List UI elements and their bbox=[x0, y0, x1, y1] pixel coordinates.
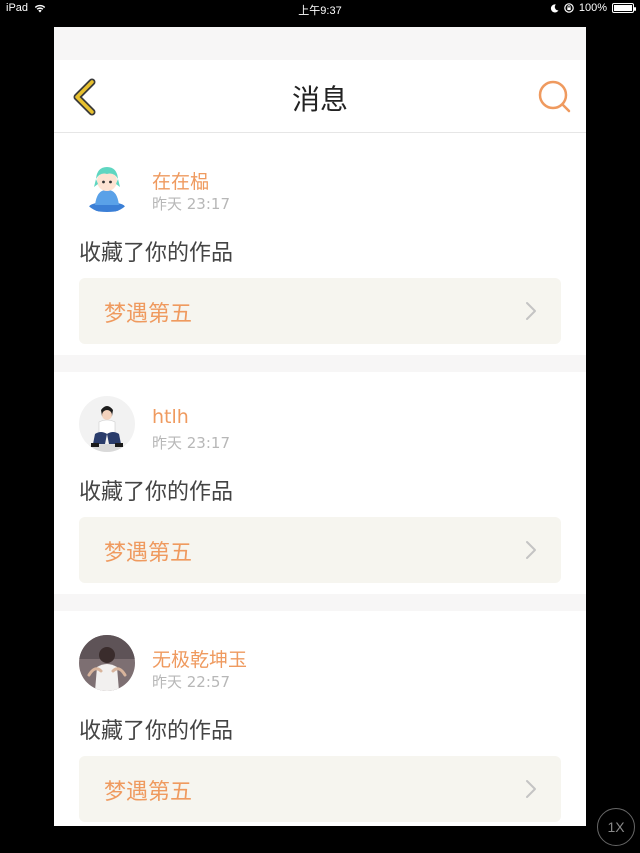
message-card: 无极乾坤玉 昨天 22:57 收藏了你的作品 梦遇第五 bbox=[54, 611, 586, 826]
avatar[interactable] bbox=[79, 157, 135, 213]
work-title: 梦遇第五 bbox=[104, 541, 193, 566]
username[interactable]: htlh bbox=[152, 406, 189, 428]
work-link[interactable]: 梦遇第五 bbox=[79, 278, 561, 344]
status-right: 100% bbox=[550, 2, 636, 14]
message-card: 在在榀 昨天 23:17 收藏了你的作品 梦遇第五 bbox=[54, 133, 586, 355]
rotation-lock-icon bbox=[564, 3, 574, 13]
action-text: 收藏了你的作品 bbox=[79, 480, 234, 505]
action-text: 收藏了你的作品 bbox=[79, 719, 234, 744]
moon-icon bbox=[550, 3, 559, 12]
battery-icon bbox=[612, 3, 636, 13]
avatar[interactable] bbox=[79, 635, 135, 691]
timestamp: 昨天 23:17 bbox=[152, 434, 230, 452]
message-card: htlh 昨天 23:17 收藏了你的作品 梦遇第五 bbox=[54, 372, 586, 594]
chevron-right-icon bbox=[526, 541, 536, 559]
chevron-right-icon bbox=[526, 780, 536, 798]
status-time: 上午9:37 bbox=[298, 5, 342, 17]
work-link[interactable]: 梦遇第五 bbox=[79, 517, 561, 583]
work-title: 梦遇第五 bbox=[104, 780, 193, 805]
work-title: 梦遇第五 bbox=[104, 302, 193, 327]
search-icon[interactable] bbox=[536, 78, 572, 114]
status-bar: iPad 上午9:37 100% bbox=[0, 0, 640, 18]
username[interactable]: 无极乾坤玉 bbox=[152, 645, 247, 672]
page-title: 消息 bbox=[291, 83, 348, 116]
app-window: 消息 在在榀 昨天 23:17 收藏了你的作品 梦遇第五 htlh 昨天 23:… bbox=[54, 27, 586, 826]
timestamp: 昨天 22:57 bbox=[152, 673, 230, 691]
action-text: 收藏了你的作品 bbox=[79, 241, 234, 266]
avatar[interactable] bbox=[79, 396, 135, 452]
chevron-right-icon bbox=[526, 302, 536, 320]
nav-bar: 消息 bbox=[54, 60, 586, 133]
username[interactable]: 在在榀 bbox=[152, 167, 209, 194]
work-link[interactable]: 梦遇第五 bbox=[79, 756, 561, 822]
timestamp: 昨天 23:17 bbox=[152, 195, 230, 213]
zoom-button[interactable]: 1X bbox=[597, 808, 635, 846]
battery-percent: 100% bbox=[578, 2, 607, 14]
